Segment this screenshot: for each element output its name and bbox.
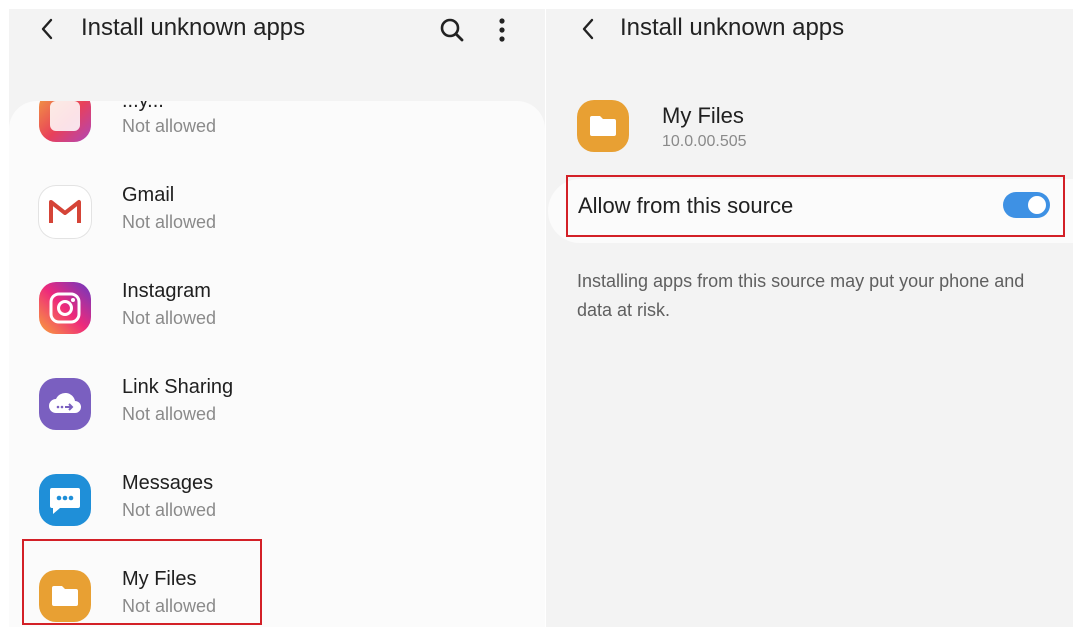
allow-source-toggle[interactable] bbox=[1003, 192, 1050, 218]
back-button[interactable] bbox=[574, 15, 602, 43]
instagram-icon bbox=[39, 282, 91, 334]
app-name: Messages bbox=[122, 472, 214, 494]
app-name: My Files bbox=[122, 568, 197, 590]
list-item[interactable]: ...y... Not allowed bbox=[9, 101, 545, 164]
comparison-screenshot: Install unknown apps ...y... Not allowed… bbox=[0, 0, 1073, 627]
app-version: 10.0.00.505 bbox=[662, 133, 747, 150]
app-name: Link Sharing bbox=[122, 376, 234, 398]
more-vertical-icon bbox=[499, 18, 505, 42]
app-bar: Install unknown apps bbox=[546, 9, 1073, 49]
app-status: Not allowed bbox=[122, 404, 217, 424]
install-unknown-apps-list-screen: Install unknown apps ...y... Not allowed… bbox=[9, 9, 545, 627]
messages-icon bbox=[39, 474, 91, 526]
search-button[interactable] bbox=[436, 14, 468, 46]
allow-source-label: Allow from this source bbox=[578, 193, 794, 218]
list-item[interactable]: Gmail Not allowed bbox=[9, 164, 545, 260]
list-item[interactable]: Messages Not allowed bbox=[9, 452, 545, 548]
app-status: Not allowed bbox=[122, 596, 217, 616]
app-name: ...y... bbox=[122, 101, 164, 112]
app-list: ...y... Not allowed Gmail Not allowed In… bbox=[9, 101, 545, 627]
app-bar: Install unknown apps bbox=[9, 9, 545, 49]
security-warning: Installing apps from this source may put… bbox=[577, 271, 1025, 320]
page-title: Install unknown apps bbox=[620, 14, 845, 41]
chevron-left-icon bbox=[41, 18, 53, 40]
app-status: Not allowed bbox=[122, 116, 217, 136]
page-title: Install unknown apps bbox=[81, 14, 306, 41]
my-files-icon bbox=[39, 570, 91, 622]
my-files-icon bbox=[577, 100, 629, 152]
gallery-app-icon bbox=[39, 101, 91, 142]
list-item-my-files[interactable]: My Files Not allowed bbox=[9, 548, 545, 627]
back-button[interactable] bbox=[33, 15, 61, 43]
chevron-left-icon bbox=[582, 18, 594, 40]
app-status: Not allowed bbox=[122, 212, 217, 232]
app-status: Not allowed bbox=[122, 308, 217, 328]
gmail-icon bbox=[39, 186, 91, 238]
link-sharing-icon bbox=[39, 378, 91, 430]
search-icon bbox=[440, 18, 464, 42]
app-name: Gmail bbox=[122, 184, 175, 206]
app-name: My Files bbox=[662, 103, 744, 128]
app-status: Not allowed bbox=[122, 500, 217, 520]
toggle-knob bbox=[1026, 194, 1048, 216]
app-name: Instagram bbox=[122, 280, 211, 302]
list-item[interactable]: Instagram Not allowed bbox=[9, 260, 545, 356]
list-item[interactable]: Link Sharing Not allowed bbox=[9, 356, 545, 452]
my-files-detail-screen: Install unknown apps My Files 10.0.00.50… bbox=[546, 9, 1073, 627]
more-options-button[interactable] bbox=[490, 14, 514, 46]
